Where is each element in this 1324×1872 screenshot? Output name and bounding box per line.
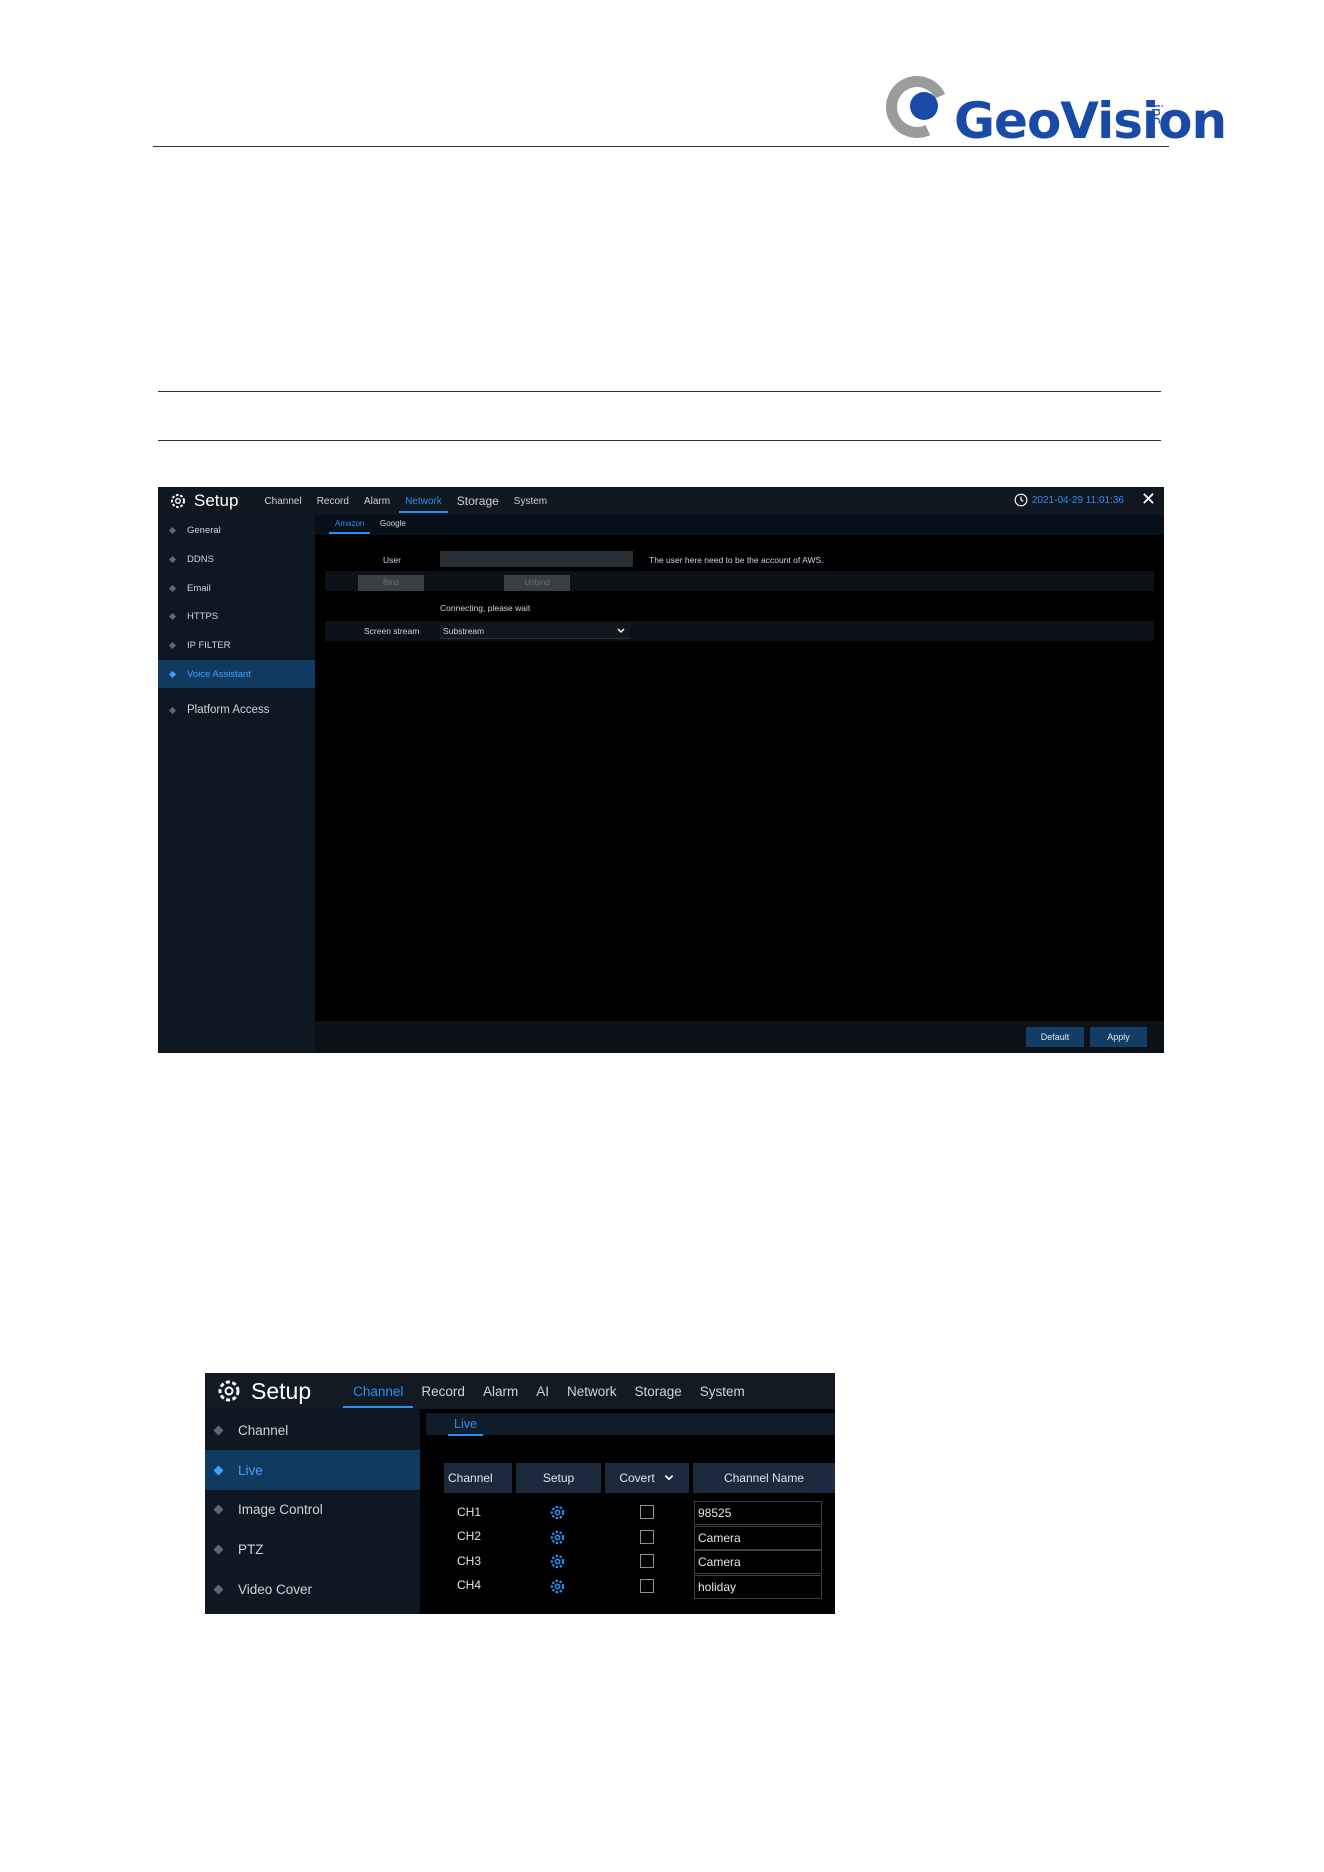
sidebar: General DDNS Email HTTPS IP FILTER Voice… [158,515,315,1053]
diamond-icon [168,612,177,620]
datetime-text: 2021-04-29 11:01:36 [1031,494,1124,506]
nav-storage[interactable]: Storage [457,494,499,508]
channel-cell: CH1 [457,1505,482,1519]
nav-system[interactable]: System [514,496,547,507]
nav-network[interactable]: Network [399,496,448,513]
diamond-icon [213,1584,224,1594]
logo-dot-icon [910,92,938,120]
button-row [325,571,1154,591]
top-bar: Setup Channel Record Alarm AI Network St… [205,1373,835,1409]
sidebar-item-video-cover[interactable]: Video Cover [205,1569,420,1609]
header-rule [153,146,1169,147]
nav-system[interactable]: System [700,1384,745,1399]
channel-name-input[interactable]: Camera [694,1526,822,1550]
setup-title: Setup [194,491,239,510]
nav-alarm[interactable]: Alarm [483,1384,518,1399]
covert-checkbox[interactable] [640,1530,654,1544]
diamond-icon [168,555,177,563]
logo-text: GeoVision [954,92,1227,150]
channel-name-input[interactable]: holiday [694,1575,822,1599]
sidebar-item-live[interactable]: Live [205,1450,420,1490]
channel-cell: CH3 [457,1554,482,1568]
top-bar: Setup Channel Record Alarm Network Stora… [158,487,1164,515]
col-channel: Channel [444,1463,512,1493]
user-hint: The user here need to be the account of … [649,555,824,565]
sidebar-item-ptz[interactable]: PTZ [205,1529,420,1569]
sidebar-item-image-control[interactable]: Image Control [205,1489,420,1529]
logo-inc: inc [1148,104,1164,125]
voice-assistant-screenshot: Setup Channel Record Alarm Network Stora… [158,487,1164,1053]
user-input[interactable] [440,551,633,567]
channel-name-input[interactable]: 98525 [694,1501,822,1525]
nav-record[interactable]: Record [317,496,349,507]
tab-live[interactable]: Live [448,1417,483,1436]
covert-label: Covert [619,1471,655,1485]
bind-button[interactable]: Bind [358,575,424,591]
col-setup: Setup [516,1463,601,1493]
diamond-icon [168,526,177,534]
col-covert[interactable]: Covert [605,1463,689,1493]
covert-checkbox[interactable] [640,1554,654,1568]
nav-network[interactable]: Network [567,1384,617,1399]
col-channel-name: Channel Name [693,1463,835,1493]
close-icon[interactable]: ✕ [1141,489,1156,510]
chevron-down-icon [617,628,625,633]
covert-checkbox[interactable] [640,1505,654,1519]
nav-storage[interactable]: Storage [634,1384,681,1399]
covert-checkbox[interactable] [640,1579,654,1593]
setup-title: Setup [251,1377,312,1404]
tab-amazon[interactable]: Amazon [328,519,371,534]
screen-stream-value: Substream [443,626,485,636]
diamond-icon [213,1425,224,1435]
status-text: Connecting, please wait [440,603,531,613]
nav-alarm[interactable]: Alarm [364,496,390,507]
sidebar-item-ip-filter[interactable]: IP FILTER [158,631,315,659]
gear-icon[interactable] [550,1505,565,1520]
apply-button[interactable]: Apply [1090,1027,1147,1047]
nav-ai[interactable]: AI [536,1384,549,1399]
screen-stream-select[interactable]: Substream [440,623,630,639]
nav-record[interactable]: Record [421,1384,465,1399]
footer-bar: Default Apply [315,1021,1164,1053]
user-label: User [383,555,401,565]
subtab-bar: Amazon Google [315,515,1164,535]
diamond-icon [168,670,177,678]
gear-icon[interactable] [550,1530,565,1545]
unbind-button[interactable]: Unbind [504,575,570,591]
channel-cell: CH4 [457,1578,482,1592]
screen-stream-label: Screen stream [364,626,420,636]
default-button[interactable]: Default [1026,1027,1084,1047]
diamond-icon [168,706,177,714]
diamond-icon [213,1465,224,1475]
datetime-display: 2021-04-29 11:01:36 [1014,493,1124,507]
gear-icon[interactable] [550,1579,565,1594]
sidebar-item-https[interactable]: HTTPS [158,602,315,630]
channel-name-input[interactable]: Camera [694,1550,822,1574]
sidebar-item-platform-access[interactable]: Platform Access [158,696,315,724]
channel-live-screenshot: Setup Channel Record Alarm AI Network St… [205,1373,835,1614]
nav-channel[interactable]: Channel [343,1384,414,1408]
nav-channel[interactable]: Channel [264,496,301,507]
chevron-down-icon [664,1475,673,1481]
gear-icon[interactable] [550,1554,565,1569]
diamond-icon [168,641,177,649]
sidebar-item-ddns[interactable]: DDNS [158,545,315,573]
section-rule-top [158,391,1161,392]
gear-icon [217,1379,241,1403]
sidebar-item-channel[interactable]: Channel [205,1410,420,1450]
subtab-bar: Live [426,1413,835,1436]
gear-icon [170,493,186,509]
sidebar: Channel Live Image Control PTZ Video Cov… [205,1409,420,1614]
tab-google[interactable]: Google [380,519,406,528]
sidebar-item-general[interactable]: General [158,516,315,544]
sidebar-item-email[interactable]: Email [158,574,315,602]
diamond-icon [168,584,177,592]
clock-icon [1014,493,1028,507]
diamond-icon [213,1504,224,1514]
diamond-icon [213,1544,224,1554]
section-rule-bottom [158,440,1161,441]
channel-cell: CH2 [457,1529,482,1543]
sidebar-item-voice-assistant[interactable]: Voice Assistant [158,660,315,688]
